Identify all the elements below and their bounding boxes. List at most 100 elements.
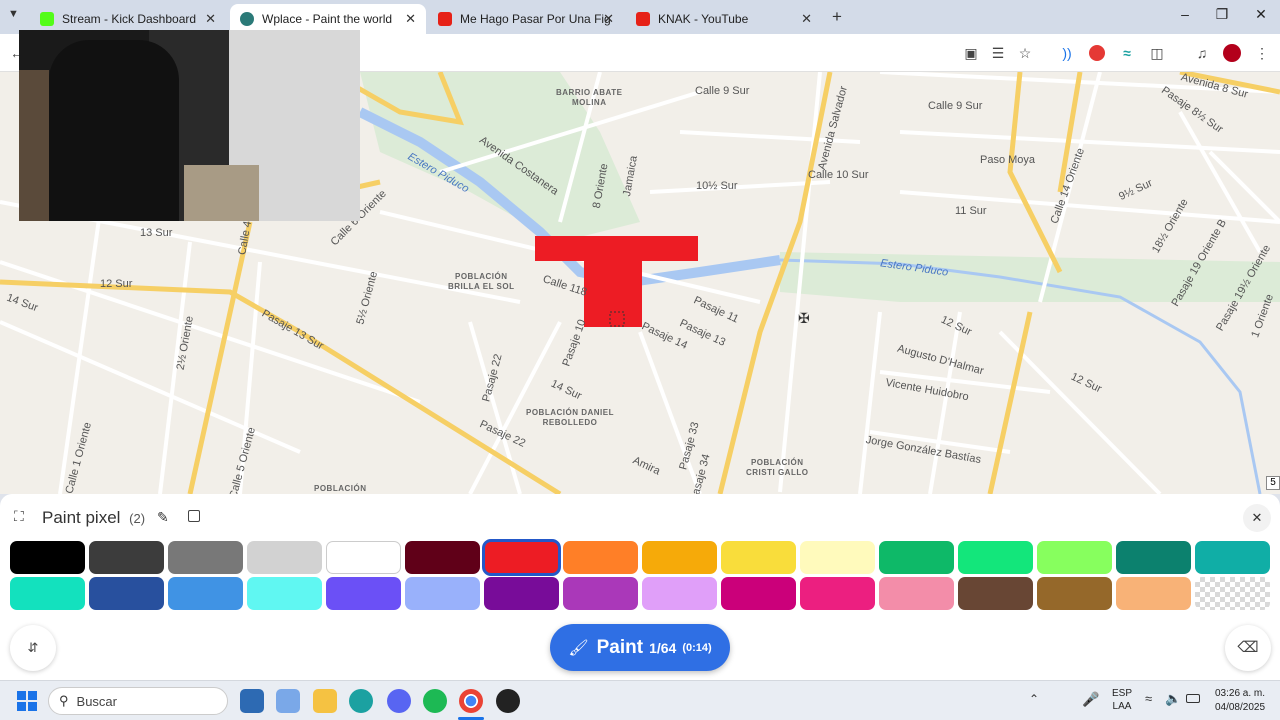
color-swatch[interactable] [721, 541, 796, 574]
tab-list-dropdown-icon[interactable]: ▼ [8, 8, 19, 20]
color-swatch[interactable] [563, 541, 638, 574]
color-swatch[interactable] [405, 541, 480, 574]
color-swatch[interactable] [1116, 541, 1191, 574]
new-tab-icon[interactable]: + [832, 7, 842, 27]
minimize-icon[interactable]: – [1165, 6, 1205, 22]
expand-toggle-button[interactable]: ⇵ [10, 625, 56, 671]
color-swatch[interactable] [879, 577, 954, 610]
install-app-icon[interactable]: ▣ [960, 42, 982, 64]
close-panel-button[interactable]: ✕ [1243, 504, 1271, 532]
eraser-button[interactable]: ⌫ [1225, 625, 1271, 671]
color-swatch[interactable] [247, 577, 322, 610]
image-icon[interactable] [188, 510, 200, 522]
color-swatch[interactable] [405, 577, 480, 610]
color-swatch[interactable] [800, 541, 875, 574]
paint-panel: ⛶ Paint pixel (2) ✎ ✕ ⇵ 🖌 Paint 1/64 (0:… [0, 494, 1280, 680]
color-swatch[interactable] [1116, 577, 1191, 610]
pixel-count: (2) [129, 511, 146, 526]
pencil-icon[interactable]: ✎ [157, 509, 169, 526]
windows-start-icon[interactable] [17, 691, 37, 711]
clock-date: 04/08/2025 [1214, 702, 1266, 713]
paint-timer: (0:14) [682, 641, 712, 654]
taskbar-search-box[interactable]: ⚲ Buscar [48, 687, 228, 715]
spotify-icon[interactable] [423, 689, 447, 713]
tab-youtube-figura[interactable]: Me Hago Pasar Por Una Figura ✕ [428, 4, 624, 34]
show-hidden-icons[interactable]: ⌃ [1029, 692, 1039, 706]
brush-icon: 🖌 [568, 639, 589, 657]
color-swatch[interactable] [958, 541, 1033, 574]
tab-title: Me Hago Pasar Por Una Figura [460, 12, 610, 26]
color-swatch[interactable] [642, 541, 717, 574]
browser-tab-strip: ▼ Stream - Kick Dashboard ✕ Wplace - Pai… [0, 0, 1280, 34]
color-swatch[interactable] [800, 577, 875, 610]
discord-icon[interactable] [387, 689, 411, 713]
file-explorer-icon[interactable] [313, 689, 337, 713]
search-placeholder: Buscar [76, 693, 117, 709]
color-swatch[interactable] [484, 577, 559, 610]
browser-menu-icon[interactable]: ⋮ [1251, 42, 1273, 64]
paint-button[interactable]: 🖌 Paint 1/64 (0:14) [550, 624, 730, 671]
street-label: 12 Sur [100, 278, 133, 290]
street-label: 10½ Sur [696, 180, 738, 192]
street-label: Calle 9 Sur [928, 100, 983, 112]
microphone-icon[interactable]: 🎤 [1082, 691, 1099, 708]
color-swatch[interactable] [1195, 541, 1270, 574]
obs-icon[interactable] [496, 689, 520, 713]
collapse-panel-icon[interactable]: ⛶ [14, 508, 24, 525]
color-swatch[interactable] [958, 577, 1033, 610]
windows-taskbar: ⚲ Buscar ⌃ 🎤 ESP LAA ≈ 🔈 03:26 a. m. 04/… [0, 680, 1280, 720]
tab-youtube-knak[interactable]: KNAK - YouTube ✕ [626, 4, 822, 34]
color-swatch[interactable] [879, 541, 954, 574]
neighborhood-label: POBLACIÓN DANIEL REBOLLEDO [526, 408, 614, 427]
color-swatch[interactable] [168, 577, 243, 610]
street-label: 13 Sur [140, 227, 173, 239]
chrome-icon[interactable] [459, 689, 483, 713]
color-swatch[interactable] [247, 541, 322, 574]
wifi-icon[interactable]: ≈ [1145, 691, 1152, 706]
youtube-icon [438, 12, 452, 26]
panel-title-text: Paint pixel [42, 508, 121, 527]
color-swatch[interactable] [482, 539, 561, 576]
translate-icon[interactable]: ☰ [987, 42, 1009, 64]
edge-icon[interactable] [349, 689, 373, 713]
extensions-puzzle-icon[interactable]: ◫ [1146, 42, 1168, 64]
color-swatch[interactable] [1195, 577, 1270, 610]
neighborhood-label: BARRIO ABATE MOLINA [556, 88, 623, 107]
color-swatch[interactable] [89, 541, 164, 574]
close-tab-icon[interactable]: ✕ [801, 11, 812, 27]
color-swatch[interactable] [326, 577, 401, 610]
color-swatch[interactable] [10, 541, 85, 574]
street-label: Paso Moya [980, 154, 1036, 166]
webcam-overlay [19, 30, 360, 221]
color-swatch[interactable] [563, 577, 638, 610]
color-swatch[interactable] [1037, 577, 1112, 610]
panel-title: Paint pixel (2) [42, 508, 145, 528]
language-indicator[interactable]: ESP LAA [1112, 687, 1132, 713]
clock[interactable]: 03:26 a. m. 04/08/2025 [1205, 687, 1275, 715]
color-swatch[interactable] [89, 577, 164, 610]
extension-audio-icon[interactable]: )) [1056, 42, 1078, 64]
map-crosshair-icon: ✠ [798, 310, 810, 326]
restore-icon[interactable]: ❐ [1202, 6, 1242, 23]
close-tab-icon[interactable]: ✕ [405, 11, 416, 27]
color-swatch[interactable] [168, 541, 243, 574]
close-tab-icon[interactable]: ✕ [205, 11, 216, 27]
profile-avatar[interactable] [1221, 42, 1243, 64]
color-swatch[interactable] [721, 577, 796, 610]
bookmark-star-icon[interactable]: ☆ [1014, 42, 1036, 64]
store-icon[interactable] [240, 689, 264, 713]
color-swatch[interactable] [642, 577, 717, 610]
close-tab-icon[interactable]: ✕ [603, 11, 614, 27]
color-swatch[interactable] [326, 541, 401, 574]
extension-s-icon[interactable] [1086, 42, 1108, 64]
snipping-tool-icon[interactable] [276, 689, 300, 713]
paint-counter: 1/64 [649, 639, 677, 656]
volume-icon[interactable]: 🔈 [1165, 691, 1181, 707]
extension-tilde-icon[interactable]: ≈ [1116, 42, 1138, 64]
media-control-icon[interactable]: ♫ [1191, 42, 1213, 64]
battery-icon[interactable] [1186, 694, 1200, 703]
color-swatch[interactable] [10, 577, 85, 610]
close-window-icon[interactable]: ✕ [1241, 6, 1280, 23]
color-swatch[interactable] [1037, 541, 1112, 574]
tab-title: Wplace - Paint the world [262, 12, 393, 26]
